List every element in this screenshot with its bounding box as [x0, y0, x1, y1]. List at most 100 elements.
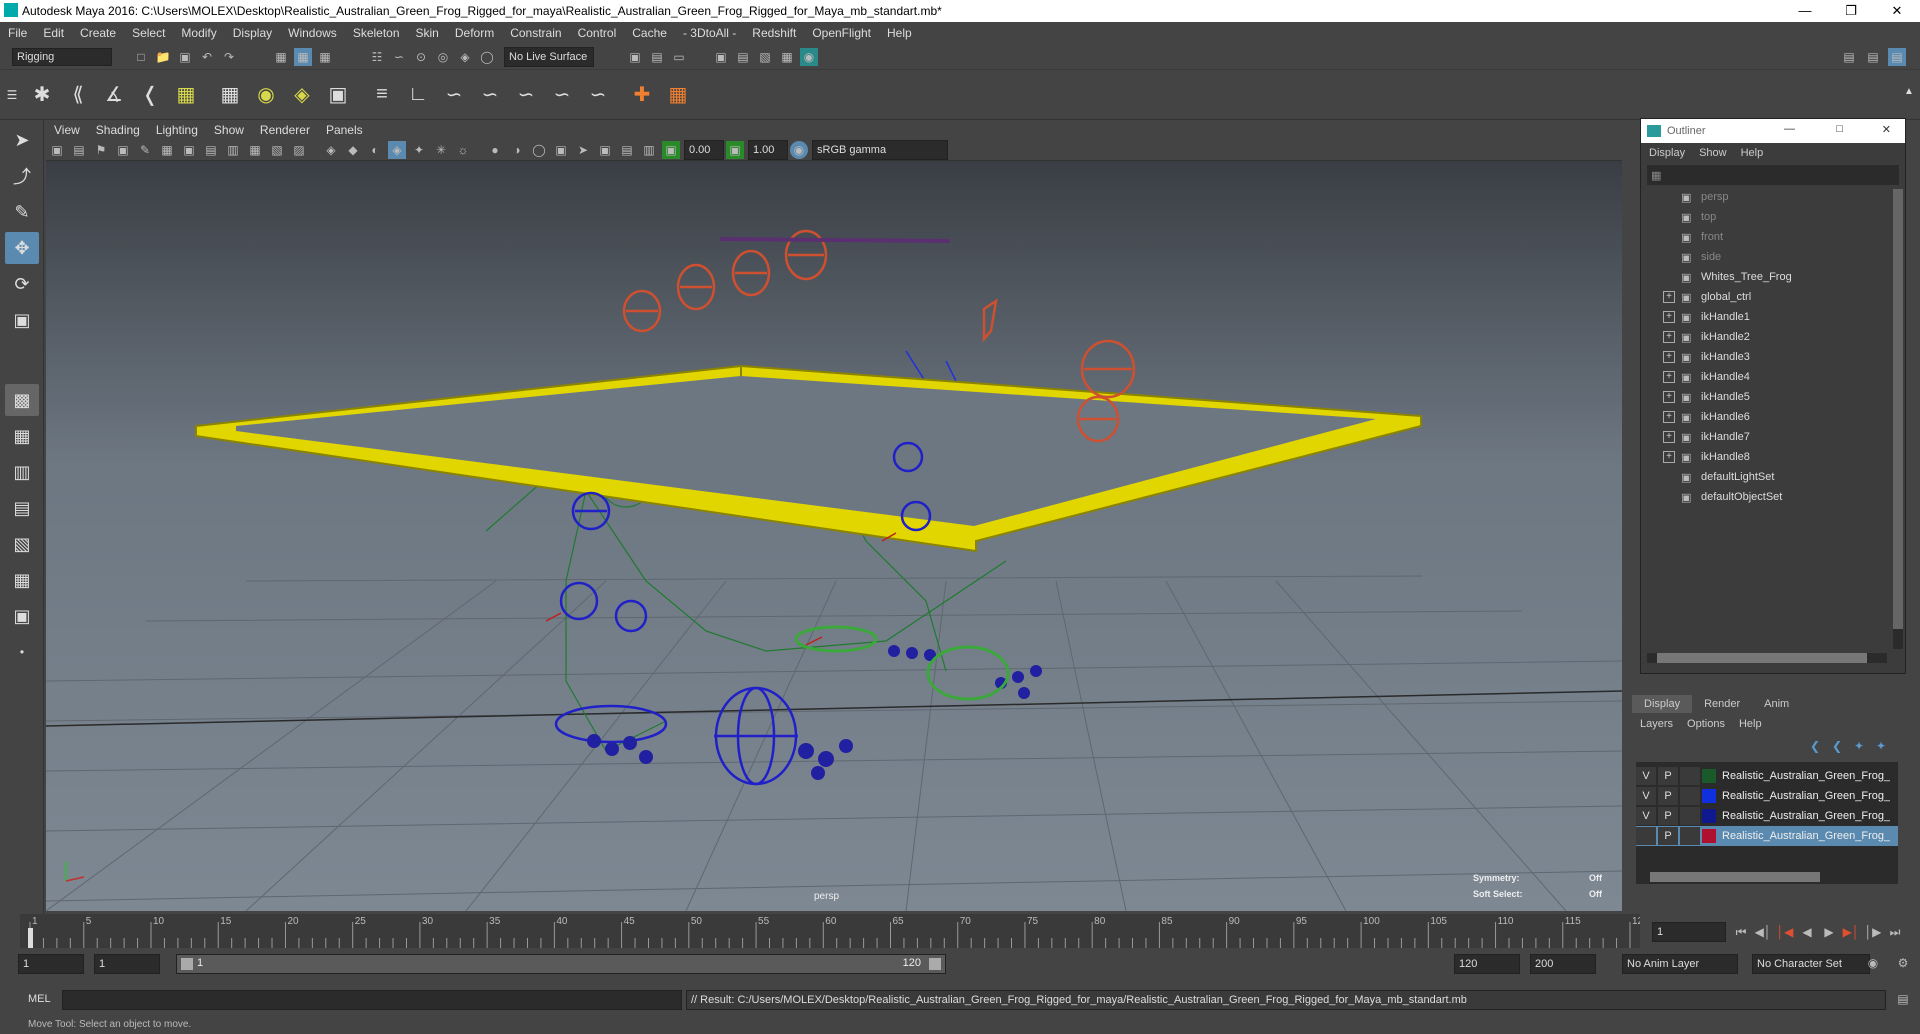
outliner-item[interactable]: ▣ defaultLightSet	[1663, 467, 1905, 487]
camera-select-icon[interactable]: ▣	[48, 141, 66, 159]
outliner-item[interactable]: + ▣ ikHandle5	[1663, 387, 1905, 407]
layer-name[interactable]: Realistic_Australian_Green_Frog_	[1722, 830, 1890, 842]
open-scene-icon[interactable]: 📁	[154, 48, 172, 66]
parent-constraint-icon[interactable]: ∽	[439, 80, 469, 110]
current-time-marker[interactable]	[28, 928, 33, 948]
layer-tab-0[interactable]: Display	[1632, 695, 1693, 713]
restore-icon[interactable]: ❐	[1828, 0, 1874, 22]
wire-icon[interactable]: ▣	[323, 80, 353, 110]
ik-handle-icon[interactable]: ⟪	[63, 80, 93, 110]
colorspace-dropdown[interactable]: sRGB gamma	[812, 139, 948, 160]
single-view-icon[interactable]: ▩	[5, 384, 39, 416]
range-end-handle[interactable]	[929, 958, 941, 970]
snap-grid-icon[interactable]: ☷	[368, 48, 386, 66]
scale-constraint-icon[interactable]: ∽	[511, 80, 541, 110]
select-tool-icon[interactable]: ➤	[5, 124, 39, 156]
layer-name[interactable]: Realistic_Australian_Green_Frog_	[1722, 790, 1890, 802]
outliner-item[interactable]: + ▣ ikHandle6	[1663, 407, 1905, 427]
snap-live-icon[interactable]: ◯	[478, 48, 496, 66]
layer-display-type[interactable]	[1680, 787, 1700, 805]
grease-pencil-icon[interactable]: ✎	[136, 141, 154, 159]
attribute-editor-toggle-icon[interactable]: ▤	[1888, 47, 1906, 66]
menu-6[interactable]: Windows	[288, 26, 337, 40]
outliner-item[interactable]: + ▣ ikHandle8	[1663, 447, 1905, 467]
menu-12[interactable]: Cache	[632, 26, 667, 40]
go-to-start-icon[interactable]: ⏮	[1732, 923, 1750, 941]
shelf-tabs-icon[interactable]: ☰	[3, 80, 21, 110]
anti-alias-icon[interactable]: ▣	[552, 141, 570, 159]
menu-11[interactable]: Control	[578, 26, 617, 40]
menu-2[interactable]: Create	[80, 26, 116, 40]
layer-tab-2[interactable]: Anim	[1752, 695, 1801, 713]
layer-menu-1[interactable]: Options	[1687, 718, 1725, 730]
layer-display-type[interactable]	[1680, 827, 1700, 845]
lasso-tool-icon[interactable]: ⤴	[5, 160, 39, 192]
script-editor-icon[interactable]: ▤	[1894, 990, 1912, 1008]
outliner-minimize-icon[interactable]: —	[1784, 123, 1795, 135]
layer-row[interactable]: V P Realistic_Australian_Green_Frog_	[1636, 766, 1898, 786]
exposure-icon[interactable]: ▣	[662, 140, 680, 159]
color-management-icon[interactable]: ◉	[790, 140, 808, 159]
gamma-field[interactable]: 1.00	[748, 139, 788, 160]
layer-color-swatch[interactable]	[1702, 789, 1716, 803]
step-forward-frame-icon[interactable]: ▶│	[1842, 923, 1860, 941]
wrap-icon[interactable]: ◈	[287, 80, 317, 110]
layer-hscroll[interactable]	[1636, 872, 1898, 884]
ik-spline-icon[interactable]: ∡	[99, 80, 129, 110]
shelf-scroll-icon[interactable]: ▲	[1903, 76, 1915, 106]
layer-name[interactable]: Realistic_Australian_Green_Frog_	[1722, 810, 1890, 822]
rotate-tool-icon[interactable]: ⟳	[5, 268, 39, 300]
ipr-render-icon[interactable]: ▧	[756, 48, 774, 66]
menu-16[interactable]: Help	[887, 26, 912, 40]
layer-menu-2[interactable]: Help	[1739, 718, 1762, 730]
layer-playback-toggle[interactable]: P	[1658, 807, 1678, 825]
xray-icon[interactable]: ✦	[410, 141, 428, 159]
pole-vector-icon[interactable]: ∽	[547, 80, 577, 110]
new-layer-icon[interactable]: ✦	[1850, 737, 1868, 755]
hud-icon[interactable]: ▣	[596, 141, 614, 159]
menu-5[interactable]: Display	[233, 26, 272, 40]
layer-name[interactable]: Realistic_Australian_Green_Frog_	[1722, 770, 1890, 782]
outliner-search[interactable]: ▦	[1647, 165, 1899, 185]
xray-joints-icon[interactable]: ✳	[432, 141, 450, 159]
outliner-item[interactable]: + ▣ ikHandle2	[1663, 327, 1905, 347]
layer-playback-toggle[interactable]: P	[1658, 767, 1678, 785]
snap-curve-icon[interactable]: ∽	[390, 48, 408, 66]
expand-icon[interactable]: +	[1663, 451, 1675, 463]
outliner-menu-1[interactable]: Show	[1699, 147, 1727, 159]
play-backward-icon[interactable]: ◀	[1798, 923, 1816, 941]
menu-13[interactable]: - 3DtoAll -	[683, 26, 736, 40]
layer-row[interactable]: V P Realistic_Australian_Green_Frog_	[1636, 806, 1898, 826]
step-forward-key-icon[interactable]: │▶	[1864, 923, 1882, 941]
command-language-label[interactable]: MEL	[28, 993, 51, 1005]
range-start-handle[interactable]	[181, 958, 193, 970]
locator-icon[interactable]: ✚	[627, 80, 657, 110]
paint-select-icon[interactable]: ✎	[5, 196, 39, 228]
outliner-maximize-icon[interactable]: □	[1836, 123, 1843, 135]
outliner-item[interactable]: ▣ side	[1663, 247, 1905, 267]
anim-layer-dropdown[interactable]: No Anim Layer	[1622, 954, 1738, 974]
lattice-icon[interactable]: ◉	[251, 80, 281, 110]
exposure-field[interactable]: 0.00	[684, 139, 724, 160]
frame-selection-icon[interactable]: ▥	[640, 141, 658, 159]
outliner-layout-icon[interactable]: ▤	[5, 492, 39, 524]
outliner-item[interactable]: + ▣ ikHandle4	[1663, 367, 1905, 387]
wireframe-icon[interactable]: ◈	[322, 141, 340, 159]
layer-row[interactable]: P Realistic_Australian_Green_Frog_	[1636, 826, 1898, 846]
menu-4[interactable]: Modify	[181, 26, 216, 40]
grid-icon[interactable]: ▦	[158, 141, 176, 159]
expand-icon[interactable]: +	[1663, 311, 1675, 323]
outliner-close-icon[interactable]: ✕	[1882, 123, 1891, 136]
render-view-icon[interactable]: ▣	[712, 48, 730, 66]
panel-menu-2[interactable]: Lighting	[156, 123, 198, 137]
anim-end-field[interactable]: 120	[1454, 954, 1520, 974]
ambient-occlusion-icon[interactable]: ◑	[508, 141, 526, 159]
menu-3[interactable]: Select	[132, 26, 165, 40]
construction-history-icon[interactable]: ▤	[648, 48, 666, 66]
current-frame-field[interactable]: 1	[1652, 922, 1726, 942]
layer-color-swatch[interactable]	[1702, 769, 1716, 783]
panel-menu-0[interactable]: View	[54, 123, 80, 137]
input-ops-icon[interactable]: ▣	[626, 48, 644, 66]
outliner-item[interactable]: ▣ top	[1663, 207, 1905, 227]
outliner-item[interactable]: ▣ front	[1663, 227, 1905, 247]
